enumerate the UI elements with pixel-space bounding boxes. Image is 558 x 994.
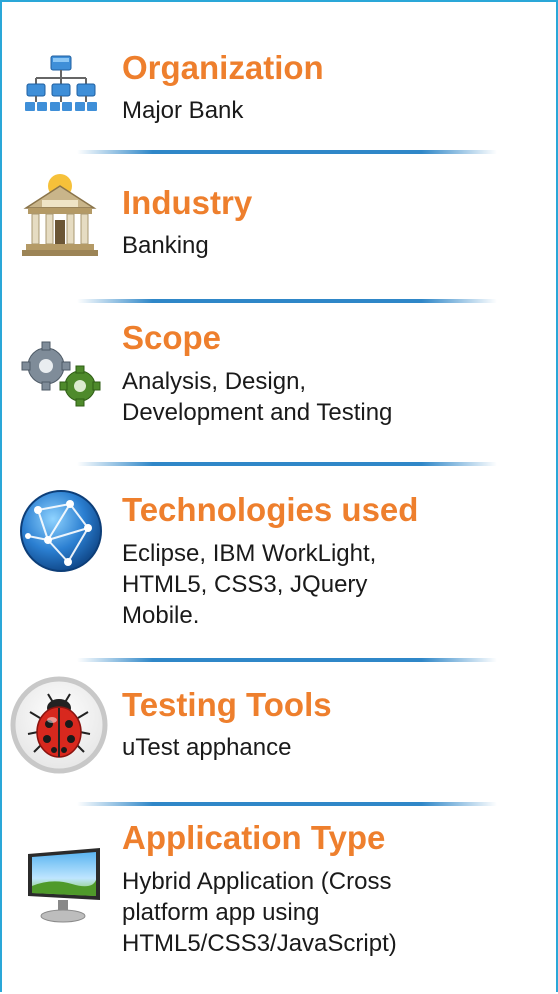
globe-network-icon bbox=[18, 488, 104, 579]
desc-line: Mobile. bbox=[122, 602, 200, 629]
desc-line: Banking bbox=[122, 232, 209, 259]
section-desc-scope: Analysis, Design, Development and Testin… bbox=[122, 366, 542, 428]
desc-line: Major Bank bbox=[122, 97, 244, 124]
monitor-icon bbox=[22, 846, 106, 931]
desc-line: platform app using bbox=[122, 899, 320, 926]
section-title-testing-tools: Testing Tools bbox=[122, 686, 332, 723]
org-chart-icon bbox=[24, 54, 98, 125]
desc-line: HTML5/CSS3/JavaScript) bbox=[122, 930, 397, 957]
separator bbox=[77, 299, 497, 303]
desc-line: uTest apphance bbox=[122, 734, 292, 761]
project-details-panel: Organization Major Bank Industry Banking bbox=[0, 0, 558, 992]
section-title-technologies: Technologies used bbox=[122, 491, 419, 528]
desc-line: Hybrid Application (Cross bbox=[122, 868, 392, 895]
separator bbox=[77, 658, 497, 662]
desc-line: Eclipse, IBM WorkLight, bbox=[122, 540, 377, 567]
ladybug-icon bbox=[10, 676, 108, 779]
desc-line: Development and Testing bbox=[122, 399, 393, 426]
section-desc-application-type: Hybrid Application (Cross platform app u… bbox=[122, 866, 542, 959]
section-desc-testing-tools: uTest apphance bbox=[122, 732, 542, 763]
section-desc-technologies: Eclipse, IBM WorkLight, HTML5, CSS3, JQu… bbox=[122, 538, 542, 631]
section-title-scope: Scope bbox=[122, 319, 222, 356]
separator bbox=[77, 150, 497, 154]
section-title-industry: Industry bbox=[122, 184, 253, 221]
bank-building-icon bbox=[20, 172, 100, 263]
gears-icon bbox=[16, 340, 110, 415]
desc-line: Analysis, Design, bbox=[122, 368, 307, 395]
separator bbox=[77, 462, 497, 466]
section-title-organization: Organization bbox=[122, 49, 324, 86]
section-title-application-type: Application Type bbox=[122, 819, 386, 856]
desc-line: HTML5, CSS3, JQuery bbox=[122, 571, 368, 598]
separator bbox=[77, 802, 497, 806]
section-desc-industry: Banking bbox=[122, 230, 542, 261]
section-desc-organization: Major Bank bbox=[122, 95, 542, 126]
